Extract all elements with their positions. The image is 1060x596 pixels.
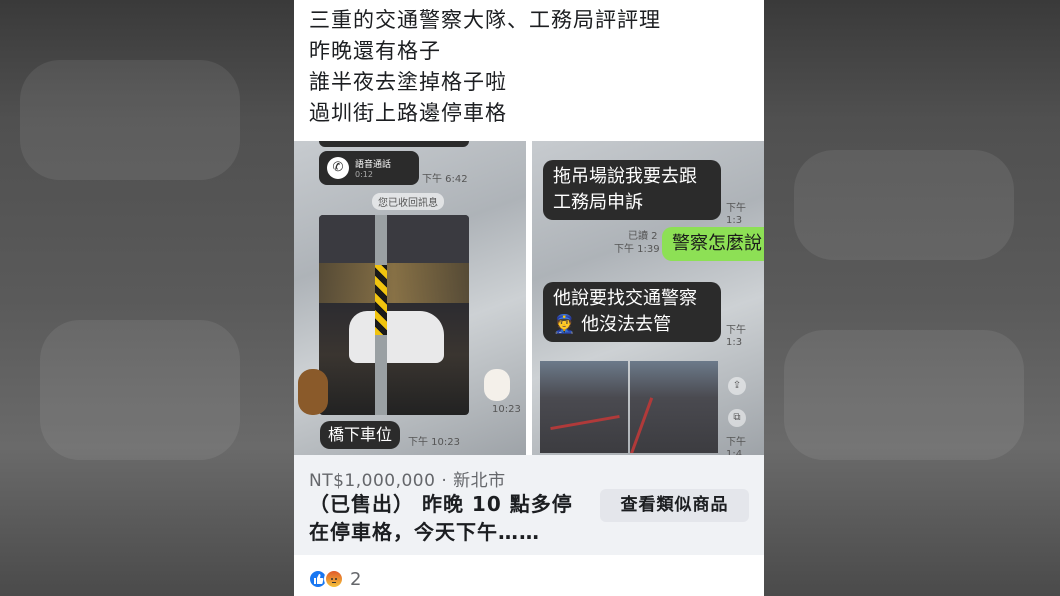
thumbs-up-icon [314,574,324,584]
marketplace-listing[interactable]: NT$1,000,000 · 新北市 （已售出） 昨晚 10 點多停 在停車格，… [294,455,764,555]
police-question-bubble: 警察怎麼說 [662,227,764,261]
sticker-bear-icon [298,369,328,415]
post-text: 三重的交通警察大隊、工務局評評理 昨晚還有格子 誰半夜去塗掉格子啦 過圳街上路邊… [294,0,764,129]
facebook-post: 三重的交通警察大隊、工務局評評理 昨晚還有格子 誰半夜去塗掉格子啦 過圳街上路邊… [294,0,764,596]
caption-bubble: 橋下車位 [320,421,401,449]
parking-photo[interactable] [319,215,469,415]
chat-screenshot-left[interactable]: ✆ 語音通話 0:12 下午 6:42 您已收回訊息 10:23 橋下車位 下午… [294,141,526,455]
street-photo-2[interactable] [630,361,718,453]
street-photo-1[interactable] [540,361,628,453]
previous-bubble [319,141,469,147]
pole-stripe-shape [375,265,387,335]
read-status: 已讀 2 [628,231,658,242]
post-images[interactable]: ✆ 語音通話 0:12 下午 6:42 您已收回訊息 10:23 橋下車位 下午… [294,141,764,455]
photo-time: 10:23 [492,404,521,415]
price-location: NT$1,000,000 · 新北市 [309,471,506,491]
post-text-line: 過圳街上路邊停車格 [309,101,507,125]
post-text-line: 誰半夜去塗掉格子啦 [309,70,507,94]
call-label: 語音通話 [355,160,392,170]
post-text-line: 三重的交通警察大隊、工務局評評理 [309,8,661,32]
blurred-background-right [764,0,1060,596]
red-curb-shape [550,414,620,431]
caption-time: 下午 10:23 [408,437,460,448]
street-photo-time: 下午 1:4 [726,437,746,455]
reactions-bar[interactable]: 2 [308,568,361,590]
view-similar-button[interactable]: 查看類似商品 [600,489,749,522]
reaction-count[interactable]: 2 [350,569,361,590]
bridge-shape [319,215,469,263]
chat-screenshot-right[interactable]: 拖吊場說我要去跟 工務局申訴 下午 1:3 已讀 2 下午 1:39 警察怎麼說… [532,141,764,455]
post-text-line: 昨晚還有格子 [309,39,441,63]
blurred-background-left [0,0,294,596]
towing-bubble: 拖吊場說我要去跟 工務局申訴 [543,160,721,220]
towing-bubble-time: 下午 1:3 [726,203,746,226]
traffic-police-bubble: 他說要找交通警察 👮 他沒法去管 [543,282,721,342]
sticker-bunny-icon [484,369,510,401]
sent-time: 下午 1:39 [614,244,660,255]
voice-call-bubble: ✆ 語音通話 0:12 [319,151,419,185]
listing-title-line-2: 在停車格，今天下午…… [309,520,540,544]
phone-icon: ✆ [327,157,349,179]
red-curb-shape [630,397,654,453]
car-shape [349,311,444,363]
listing-title-line-1: （已售出） 昨晚 10 點多停 [309,492,573,516]
save-icon[interactable]: ⧉ [728,409,746,427]
shopfront-shape [319,263,469,303]
traffic-police-bubble-time: 下午 1:3 [726,325,746,348]
angry-icon [324,569,344,589]
call-duration: 0:12 [355,170,373,179]
call-time: 下午 6:42 [422,174,468,185]
angry-face-icon [331,578,337,583]
share-icon[interactable]: ⇪ [728,377,746,395]
recall-notice: 您已收回訊息 [372,193,444,210]
